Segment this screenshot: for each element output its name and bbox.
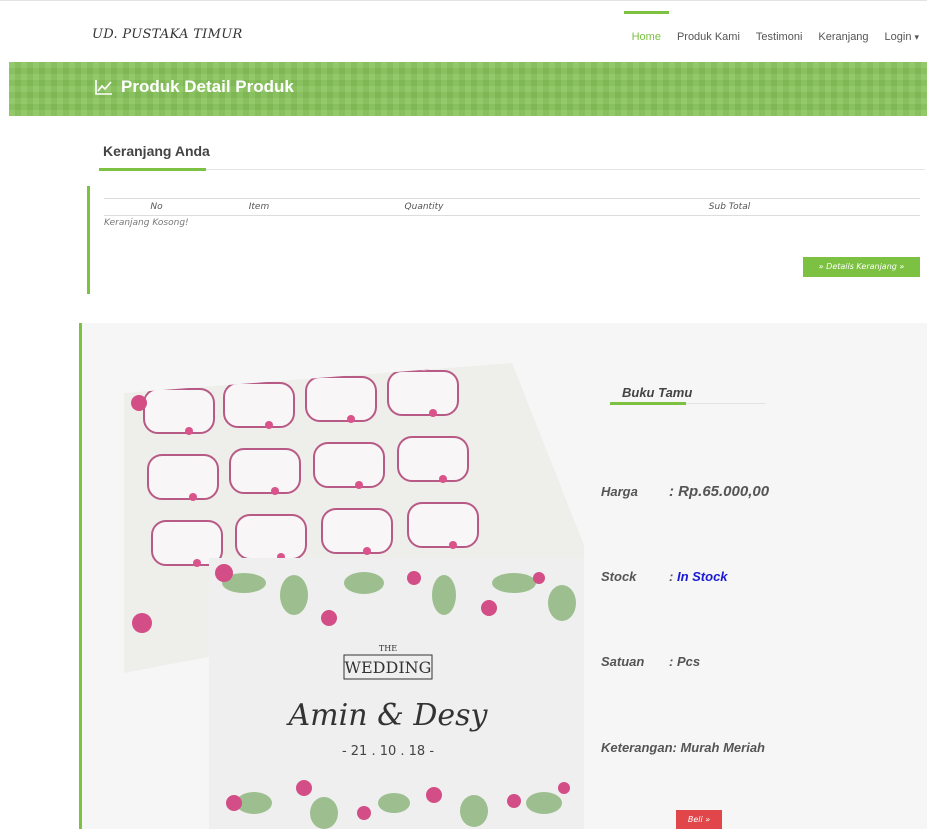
cart-panel: No Item Quantity Sub Total Keranjang Kos…	[87, 186, 927, 294]
stock-separator: :	[669, 569, 674, 584]
heading-underline	[610, 402, 686, 405]
price-row: Harga : Rp.65.000,00	[601, 483, 769, 500]
wedding-heading-text: WEDDING	[345, 658, 432, 677]
nav-menu: Home Produk Kami Testimoni Keranjang Log…	[623, 11, 927, 63]
product-detail-panel: THE WEDDING Amin & Desy - 21 . 10 . 18 -…	[79, 323, 927, 829]
cart-heading: Keranjang Anda	[103, 143, 210, 159]
table-row: Keranjang Kosong!	[104, 216, 920, 231]
column-header-quantity: Quantity	[309, 198, 539, 216]
stock-status: In Stock	[676, 569, 728, 584]
cart-table: No Item Quantity Sub Total Keranjang Kos…	[104, 198, 920, 230]
nav-item-home[interactable]: Home	[623, 11, 670, 63]
stock-row: Stock: In Stock	[601, 569, 728, 584]
unit-value: : Pcs	[669, 654, 701, 669]
chevron-down-icon: ▾	[914, 32, 919, 42]
description-value: : Murah Meriah	[672, 740, 765, 755]
chart-line-icon	[95, 80, 112, 95]
description-label: Keterangan	[601, 740, 673, 755]
nav-item-keranjang[interactable]: Keranjang	[810, 11, 876, 63]
stock-label: Stock	[601, 569, 637, 584]
product-image[interactable]: THE WEDDING Amin & Desy - 21 . 10 . 18 -	[94, 333, 584, 829]
cart-empty-message: Keranjang Kosong!	[104, 218, 189, 228]
couple-names-text: Amin & Desy	[286, 698, 489, 733]
navbar: UD. PUSTAKA TIMUR Home Produk Kami Testi…	[0, 0, 927, 63]
brand-logo[interactable]: UD. PUSTAKA TIMUR	[92, 27, 243, 42]
wedding-the-text: THE	[379, 644, 397, 653]
nav-item-login-label: Login	[884, 31, 912, 43]
details-cart-button[interactable]: » Details Keranjang »	[803, 257, 920, 277]
product-title: Buku Tamu	[622, 385, 693, 400]
buy-button[interactable]: Beli »	[676, 810, 722, 829]
price-value: : Rp.65.000,00	[669, 483, 770, 500]
heading-underline	[99, 168, 206, 171]
description-row: Keterangan: Murah Meriah	[601, 740, 765, 755]
page-title: Produk Detail Produk	[95, 77, 294, 97]
divider	[99, 169, 925, 170]
column-header-sub-total: Sub Total	[539, 198, 920, 216]
wedding-date-text: - 21 . 10 . 18 -	[342, 744, 434, 759]
nav-item-produk-kami[interactable]: Produk Kami	[669, 11, 748, 63]
table-header-row: No Item Quantity Sub Total	[104, 198, 920, 216]
page-header-banner: Produk Detail Produk	[9, 62, 927, 116]
unit-label: Satuan	[601, 654, 645, 669]
unit-row: Satuan : Pcs	[601, 654, 700, 669]
nav-item-login-dropdown[interactable]: Login ▾	[877, 11, 927, 63]
price-label: Harga	[601, 484, 638, 499]
nav-item-testimoni[interactable]: Testimoni	[748, 11, 810, 63]
column-header-no: No	[104, 198, 209, 216]
page-title-text: Produk Detail Produk	[121, 77, 294, 96]
column-header-item: Item	[209, 198, 309, 216]
